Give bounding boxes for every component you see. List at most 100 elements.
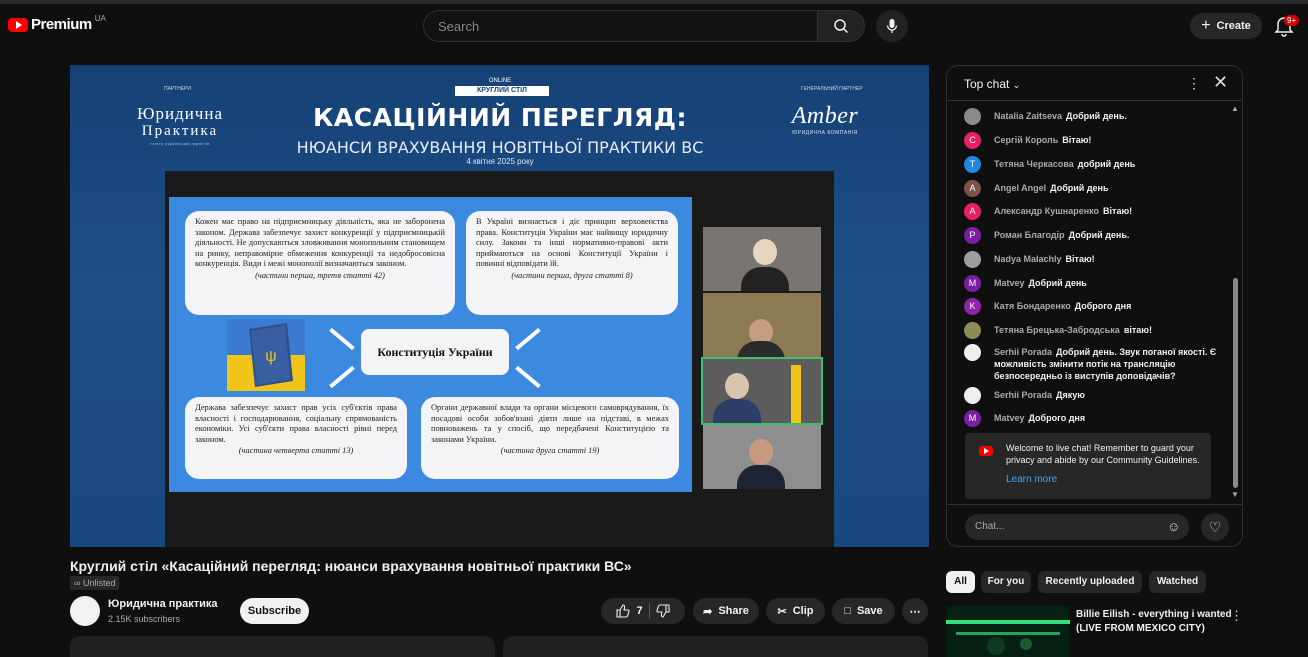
participant-body: [737, 465, 785, 489]
save-label: Save: [856, 605, 883, 617]
message-body: Тетяна Брецька-Забродська вітаю!: [994, 324, 1224, 336]
subscribe-button[interactable]: Subscribe: [240, 598, 309, 624]
thumbs-down-icon[interactable]: [655, 604, 670, 618]
banner-title: КАСАЦІЙНИЙ ПЕРЕГЛЯД:: [313, 103, 687, 132]
create-button[interactable]: + Create: [1190, 13, 1262, 39]
message-author[interactable]: Angel Angel: [994, 183, 1046, 193]
save-button[interactable]: □ Save: [832, 598, 895, 624]
like-button[interactable]: 7: [616, 604, 643, 618]
plus-icon: +: [1201, 17, 1211, 34]
shared-screen: Кожен має право на підприємницьку діяльн…: [165, 171, 834, 547]
card4-citation: (частина друга статті 19): [500, 446, 600, 455]
org-left-tagline: газета українських юристів: [150, 141, 210, 146]
learn-more-link[interactable]: Learn more: [1006, 474, 1057, 485]
notification-badge: 9+: [1284, 15, 1300, 26]
heart-icon[interactable]: ♡: [1201, 513, 1229, 541]
message-author[interactable]: Роман Благодір: [994, 230, 1065, 240]
participant-body: [741, 267, 789, 291]
message-author[interactable]: Сергій Король: [994, 135, 1058, 145]
scissors-icon: ✂: [777, 605, 787, 618]
message-author[interactable]: Serhii Porada: [994, 347, 1052, 357]
youtube-play-icon: [8, 17, 28, 32]
message-text: Вітаю!: [1103, 206, 1133, 216]
share-icon: ➦: [703, 605, 713, 618]
message-body: Nadya Malachly Вітаю!: [994, 253, 1224, 265]
message-body: Angel Angel Добрий день: [994, 182, 1224, 194]
round-table-tag: КРУГЛИЙ СТІЛ: [455, 86, 549, 96]
message-author[interactable]: Natalia Zaitseva: [994, 111, 1062, 121]
banner-date: 4 квітня 2025 року: [466, 157, 534, 166]
org-right-sub: ЮРИДИЧНА КОМПАНІЯ: [792, 130, 858, 136]
voice-search-button[interactable]: [876, 10, 908, 42]
scroll-down-icon[interactable]: ▼: [1231, 490, 1239, 499]
chip-for-you[interactable]: For you: [981, 571, 1031, 593]
youtube-logo[interactable]: Premium UA: [8, 14, 106, 33]
more-options-icon[interactable]: ⋮: [1187, 75, 1201, 92]
participant-tile-active: [701, 357, 823, 425]
message-author[interactable]: Тетяна Черкасова: [994, 159, 1074, 169]
clip-label: Clip: [792, 605, 814, 617]
scroll-up-icon[interactable]: ▲: [1231, 104, 1239, 113]
like-count: 7: [636, 605, 643, 617]
comments-box[interactable]: [503, 636, 928, 657]
chat-mode-selector[interactable]: Top chat ⌄: [964, 77, 1020, 91]
org-right-name: Amber: [791, 103, 859, 129]
constitution-book-icon: ψ: [227, 319, 305, 391]
welcome-banner: Welcome to live chat! Remember to guard …: [965, 433, 1211, 499]
chip-all[interactable]: All: [946, 571, 975, 593]
message-author[interactable]: Serhii Porada: [994, 390, 1052, 400]
avatar: [964, 387, 981, 404]
description-box[interactable]: [70, 636, 495, 657]
unlisted-label: Unlisted: [82, 578, 116, 588]
arrow-top-left: [329, 327, 355, 351]
search-input[interactable]: Search: [423, 10, 818, 42]
participant-tile: [703, 425, 821, 489]
more-options-icon[interactable]: ⋮: [1230, 608, 1243, 624]
avatar: K: [964, 298, 981, 315]
more-actions-button[interactable]: ⋯: [902, 598, 928, 624]
message-body: Natalia Zaitseva Добрий день.: [994, 110, 1224, 122]
slide-card-article-13: Держава забезпечує захист прав усіх суб'…: [185, 397, 407, 479]
channel-avatar[interactable]: [70, 596, 100, 626]
concert-stage-image: [946, 606, 1070, 657]
share-button[interactable]: ➦ Share: [693, 598, 759, 624]
chevron-down-icon: ⌄: [1012, 80, 1021, 90]
message-author[interactable]: Александр Кушнаренко: [994, 206, 1099, 216]
message-text: Вітаю!: [1062, 135, 1092, 145]
online-tag: ONLINE: [488, 78, 512, 84]
presentation-slide: Кожен має право на підприємницьку діяльн…: [169, 197, 692, 492]
message-author[interactable]: Matvey: [994, 278, 1025, 288]
channel-name[interactable]: Юридична практика: [108, 598, 218, 610]
participant-head: [749, 439, 773, 465]
clip-button[interactable]: ✂ Clip: [766, 598, 825, 624]
message-body: Тетяна Черкасова добрий день: [994, 158, 1224, 170]
message-author[interactable]: Nadya Malachly: [994, 254, 1062, 264]
chip-watched[interactable]: Watched: [1149, 571, 1206, 593]
close-icon[interactable]: ✕: [1213, 72, 1228, 93]
chat-input-row: Chat... ☺ ♡: [947, 504, 1242, 546]
participant-body: [737, 341, 785, 357]
video-player[interactable]: ПАРТНЕРИ ГЕНЕРАЛЬНИЙ ПАРТНЕР Юридична Пр…: [70, 65, 929, 547]
search-button[interactable]: [817, 10, 865, 42]
top-border: [0, 0, 1308, 4]
subscriber-count: 2.15K subscribers: [108, 614, 181, 624]
message-text: Доброго дня: [1074, 301, 1132, 311]
message-author[interactable]: Тетяна Брецька-Забродська: [994, 325, 1120, 335]
message-author[interactable]: Катя Бондаренко: [994, 301, 1071, 311]
emoji-icon[interactable]: ☺: [1167, 519, 1180, 534]
recommended-video-title[interactable]: Billie Eilish - everything i wanted (LIV…: [1076, 608, 1232, 636]
avatar: M: [964, 275, 981, 292]
message-body: Александр Кушнаренко Вітаю!: [994, 205, 1224, 217]
avatar: C: [964, 132, 981, 149]
more-horizontal-icon: ⋯: [909, 605, 921, 618]
recommended-video-thumbnail[interactable]: [946, 606, 1070, 657]
general-partner-label: ГЕНЕРАЛЬНИЙ ПАРТНЕР: [801, 86, 863, 92]
chat-scrollbar[interactable]: [1233, 278, 1238, 488]
message-text: Добрий день: [1050, 183, 1109, 193]
participant-head: [753, 239, 777, 265]
chat-input[interactable]: Chat...: [965, 514, 1189, 540]
chip-recently-uploaded[interactable]: Recently uploaded: [1038, 571, 1142, 593]
svg-text:ψ: ψ: [265, 348, 276, 365]
message-author[interactable]: Matvey: [994, 413, 1025, 423]
slide-card-article-42: Кожен має право на підприємницьку діяльн…: [185, 211, 455, 315]
